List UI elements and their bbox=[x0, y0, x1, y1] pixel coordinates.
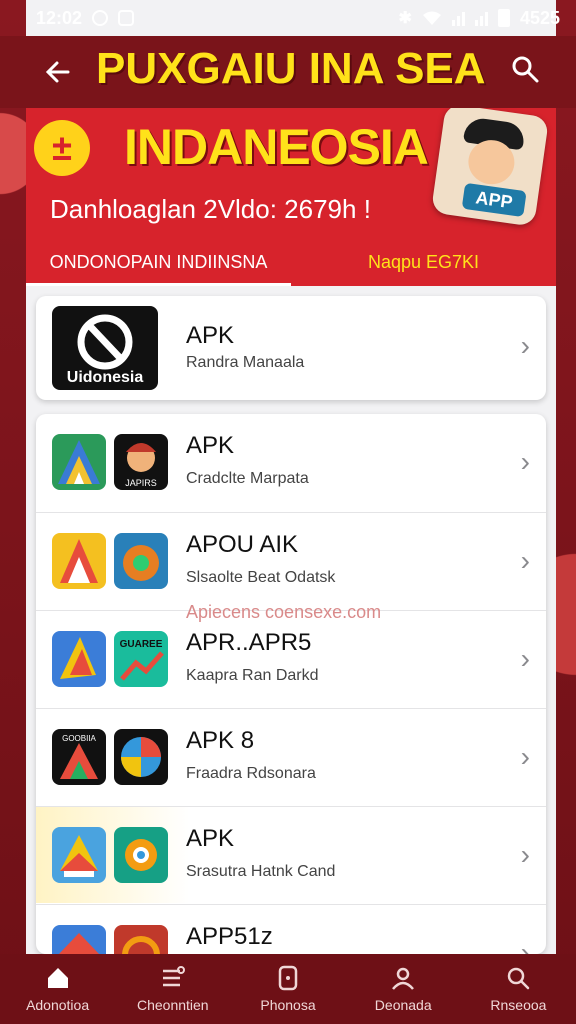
category-tabs: ONDONOPAIN INDIINSNA Naqpu EG7KI bbox=[26, 238, 556, 286]
signal-icon bbox=[451, 10, 465, 26]
mascot-app-tag: APP bbox=[461, 182, 527, 218]
tab-indonesia[interactable]: ONDONOPAIN INDIINSNA bbox=[26, 238, 291, 286]
mascot-image: APP bbox=[430, 108, 550, 227]
chevron-right-icon: › bbox=[520, 937, 530, 955]
promo-banner[interactable]: ± INDANEOSIA Danhloaglan 2Vldo: 2679h ! … bbox=[26, 108, 556, 286]
list-item[interactable]: APK Srasutra Hatnk Cand › bbox=[36, 806, 546, 903]
nav-label: Deonada bbox=[374, 997, 432, 1013]
app-icon-drive bbox=[52, 827, 106, 883]
status-time-right: 4525 bbox=[519, 7, 560, 28]
app-title: APOU AIK bbox=[186, 531, 299, 558]
app-icon-pencil bbox=[52, 631, 106, 687]
home-icon bbox=[47, 968, 68, 988]
bottom-nav: Adonotioa Cheonntien Phonosa Deonada Rns… bbox=[0, 954, 576, 1024]
app-subtitle: Kaapra Ran Darkd bbox=[186, 667, 319, 684]
list-item[interactable]: APP51z › bbox=[36, 904, 546, 954]
nav-item-categories[interactable]: Cheonntien bbox=[115, 954, 230, 1024]
nav-item-home[interactable]: Adonotioa bbox=[0, 954, 115, 1024]
status-time: 12:02 bbox=[36, 7, 83, 28]
chevron-right-icon: › bbox=[520, 643, 530, 674]
nav-label: Rnseooa bbox=[490, 997, 547, 1013]
banner-logo: ± bbox=[34, 120, 90, 176]
app-icon-a-dark: GOOBIIA bbox=[52, 729, 106, 785]
icon-label: GOOBIIA bbox=[62, 734, 96, 743]
list-item[interactable]: JAPIRS APK Cradclte Marpata › bbox=[36, 414, 546, 510]
featured-title: APK bbox=[186, 322, 235, 349]
app-icon-chat bbox=[114, 533, 168, 589]
list-icon bbox=[162, 966, 185, 987]
chevron-right-icon: › bbox=[520, 446, 530, 477]
watermark-text: Apiecens coensexe.com bbox=[186, 602, 382, 622]
nav-item-phone[interactable]: Phonosa bbox=[230, 954, 345, 1024]
search-icon bbox=[508, 967, 530, 990]
featured-logo-text: Uidonesia bbox=[67, 369, 144, 386]
page-title: PUXGAIU INA SEA bbox=[96, 44, 486, 93]
phone-icon bbox=[278, 965, 298, 991]
chevron-right-icon: › bbox=[520, 330, 530, 361]
tab-secondary[interactable]: Naqpu EG7KI bbox=[291, 238, 556, 286]
app-icon-globe bbox=[114, 729, 168, 785]
app-subtitle: Cradclte Marpata bbox=[186, 470, 309, 487]
app-icon-mascot: JAPIRS bbox=[114, 434, 168, 490]
battery-icon bbox=[497, 9, 510, 27]
icon-label: JAPIRS bbox=[125, 478, 157, 488]
user-icon bbox=[392, 967, 415, 990]
app-icon-house bbox=[52, 925, 106, 954]
signal-icon-2 bbox=[474, 10, 488, 26]
chevron-right-icon: › bbox=[520, 741, 530, 772]
search-button[interactable] bbox=[510, 54, 546, 90]
nav-label: Phonosa bbox=[260, 997, 316, 1013]
list-item[interactable]: GUAREE APR..APR5 Kaapra Ran Darkd › bbox=[36, 610, 546, 707]
notification-icon bbox=[92, 10, 109, 26]
app-title: APK bbox=[186, 432, 235, 459]
app-icon-a-yellow bbox=[52, 533, 106, 589]
image-notification-icon bbox=[118, 10, 135, 26]
banner-subtitle: Danhloaglan 2Vldo: 2679h ! bbox=[50, 194, 371, 224]
nav-item-profile[interactable]: Deonada bbox=[346, 954, 461, 1024]
wifi-icon bbox=[422, 11, 441, 25]
nav-item-search[interactable]: Rnseooa bbox=[461, 954, 576, 1024]
chevron-right-icon: › bbox=[520, 839, 530, 870]
bluetooth-icon: ✱ bbox=[398, 10, 412, 27]
app-header: PUXGAIU INA SEA bbox=[0, 36, 576, 108]
list-item[interactable]: APOU AIK Slsaolte Beat Odatsk › bbox=[36, 512, 546, 609]
app-icon-chart: GUAREE bbox=[114, 631, 168, 687]
app-icon-ring bbox=[114, 925, 168, 954]
app-subtitle: Slsaolte Beat Odatsk bbox=[186, 569, 336, 586]
icon-label: GUAREE bbox=[120, 639, 163, 650]
app-title: APP51z bbox=[186, 923, 273, 950]
arrow-left-icon bbox=[45, 61, 70, 83]
banner-title: INDANEOSIA bbox=[124, 119, 429, 175]
app-title: APR..APR5 bbox=[186, 629, 312, 656]
nav-label: Cheonntien bbox=[136, 997, 209, 1013]
featured-card[interactable]: Uidonesia APK Randra Manaala › bbox=[36, 296, 546, 400]
list-item[interactable]: GOOBIIA APK 8 Fraadra Rdsonara › bbox=[36, 708, 546, 805]
app-title: APK 8 bbox=[186, 727, 255, 754]
back-button[interactable] bbox=[40, 54, 76, 90]
search-icon bbox=[512, 56, 539, 83]
chevron-right-icon: › bbox=[520, 545, 530, 576]
featured-subtitle: Randra Manaala bbox=[186, 354, 305, 371]
app-icon-magnifier bbox=[114, 827, 168, 883]
app-icon-google-a bbox=[52, 434, 106, 490]
app-title: APK bbox=[186, 825, 235, 852]
nav-label: Adonotioa bbox=[26, 997, 90, 1013]
status-bar: 12:02 ✱ 4525 bbox=[0, 0, 576, 36]
featured-app-logo: Uidonesia bbox=[52, 306, 158, 390]
app-list: JAPIRS APK Cradclte Marpata › APOU AIK S… bbox=[36, 414, 546, 954]
app-subtitle: Fraadra Rdsonara bbox=[186, 765, 316, 782]
app-subtitle: Srasutra Hatnk Cand bbox=[186, 863, 336, 880]
